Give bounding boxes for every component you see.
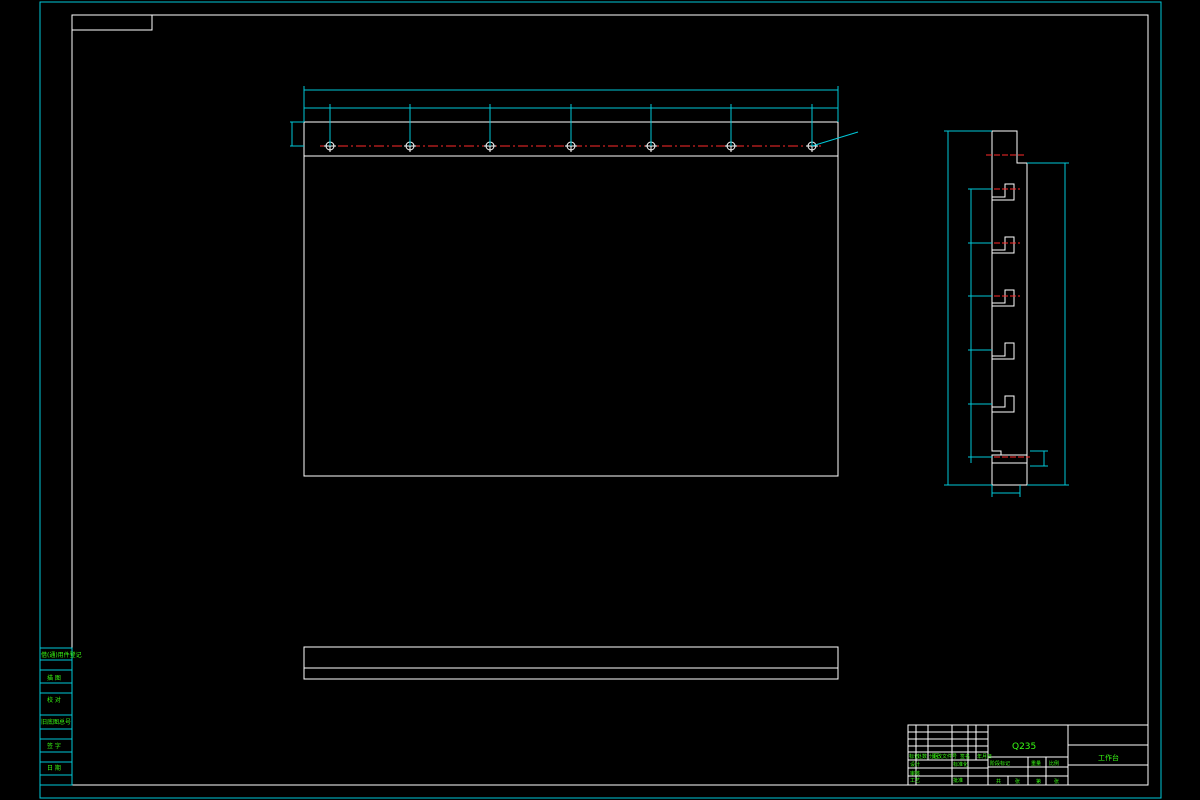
standardization-label: 标准化 (953, 761, 968, 768)
material-text: Q235 (1012, 742, 1036, 752)
left-strip-label-2: 校 对 (47, 696, 61, 704)
scale-label: 比例 (1049, 760, 1059, 767)
title-label-3: 更改文件号 (932, 753, 957, 760)
sheet-unit-1: 张 (1015, 778, 1020, 785)
side-view (944, 130, 1069, 497)
sheet-total: 共 (996, 778, 1001, 785)
process-label: 工艺 (910, 778, 920, 784)
weight-label: 重量 (1031, 760, 1041, 767)
front-view (290, 86, 859, 477)
design-label: 设计 (910, 761, 920, 768)
left-strip-label-0: 借(通)用件登记 (41, 651, 82, 659)
title-label-4: 签名 (960, 753, 970, 760)
cad-drawing-sheet: 借(通)用件登记 描 图 校 对 旧底图总号 签 字 日 期 标记 处数 分区 … (39, 1, 1162, 799)
part-name-text: 工作台 (1098, 753, 1119, 762)
stage-label: 阶段标记 (990, 760, 1010, 767)
review-label: 审核 (910, 770, 920, 777)
left-strip-label-5: 日 期 (47, 764, 61, 772)
corner-code-box (71, 14, 153, 31)
plate-outline (303, 121, 839, 477)
bottom-view (303, 646, 839, 680)
title-label-1: 处数 (917, 753, 927, 760)
left-strip-label-4: 签 字 (47, 742, 61, 750)
sheet-unit-2: 张 (1054, 778, 1059, 785)
left-strip-label-1: 描 图 (47, 674, 61, 682)
sheet-index: 第 (1036, 778, 1041, 785)
left-strip-label-3: 旧底图总号 (41, 718, 71, 726)
side-profile (991, 130, 1028, 486)
approve-label: 批准 (953, 777, 963, 784)
title-label-5: 年月日 (977, 753, 992, 760)
